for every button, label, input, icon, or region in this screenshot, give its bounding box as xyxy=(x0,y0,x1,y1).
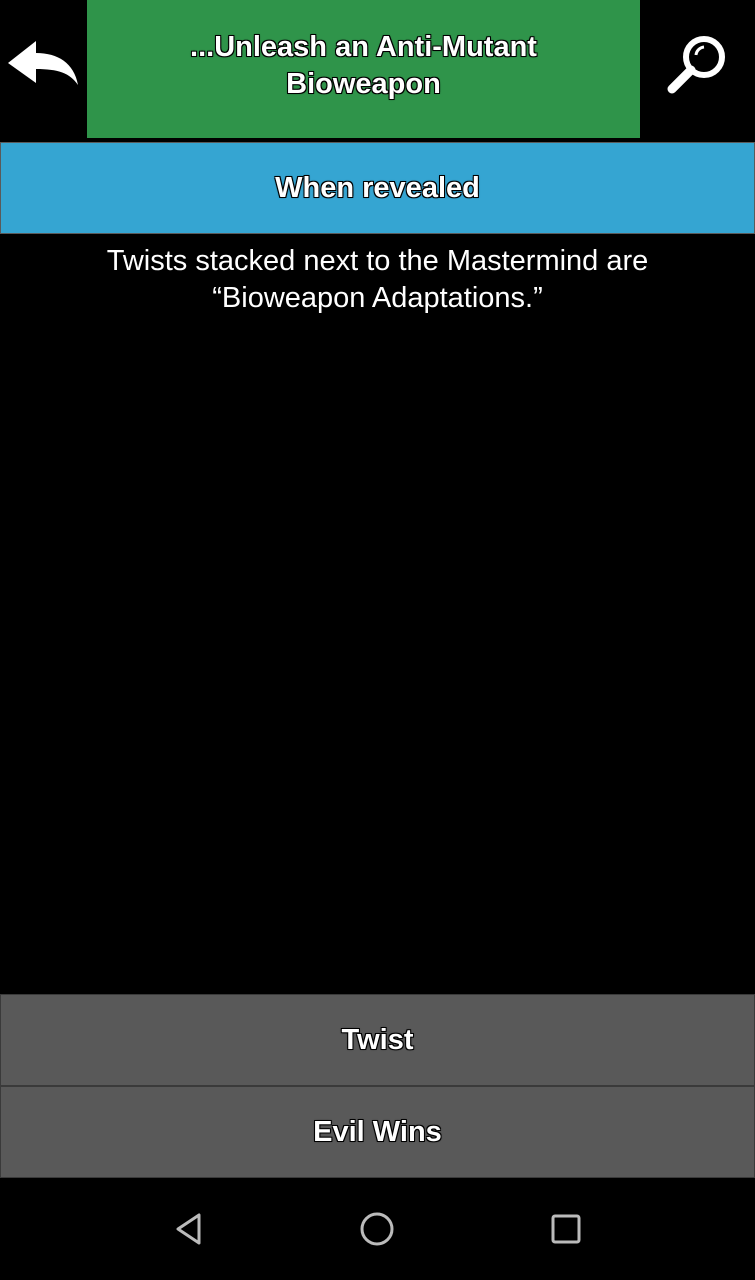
twist-button-label: Twist xyxy=(341,1023,414,1056)
page-title: ...Unleash an Anti-Mutant Bioweapon xyxy=(190,31,537,100)
twist-button[interactable]: Twist xyxy=(0,994,755,1086)
search-icon xyxy=(667,36,725,94)
screen: ...Unleash an Anti-Mutant Bioweapon When… xyxy=(0,0,755,1280)
nav-home-button[interactable] xyxy=(352,1204,402,1254)
nav-back-button[interactable] xyxy=(165,1204,215,1254)
nav-back-icon xyxy=(176,1213,201,1245)
evil-wins-button[interactable]: Evil Wins xyxy=(0,1086,755,1178)
back-arrow-icon xyxy=(8,41,78,85)
search-button[interactable] xyxy=(641,0,755,140)
section-header-label: When revealed xyxy=(275,171,480,204)
evil-wins-button-label: Evil Wins xyxy=(313,1115,442,1148)
back-button[interactable] xyxy=(0,0,86,140)
nav-recents-button[interactable] xyxy=(541,1204,591,1254)
nav-recents-icon xyxy=(551,1214,581,1244)
section-header: When revealed xyxy=(0,142,755,234)
system-nav-bar xyxy=(0,1178,755,1280)
nav-home-icon xyxy=(360,1212,394,1246)
top-bar: ...Unleash an Anti-Mutant Bioweapon xyxy=(0,0,755,140)
page-title-box: ...Unleash an Anti-Mutant Bioweapon xyxy=(87,0,640,138)
rule-text: Twists stacked next to the Mastermind ar… xyxy=(106,245,649,314)
